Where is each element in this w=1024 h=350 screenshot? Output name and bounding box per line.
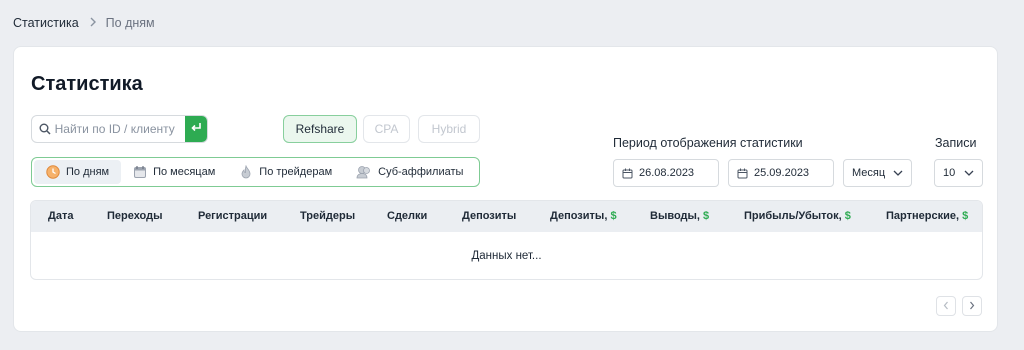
column-header-label: Выводы, bbox=[650, 210, 704, 222]
flame-icon bbox=[239, 165, 253, 179]
column-header-label: Регистрации bbox=[198, 210, 268, 222]
enter-arrow-icon bbox=[190, 120, 202, 138]
column-header-label: Депозиты, bbox=[550, 210, 611, 222]
search-input[interactable] bbox=[54, 116, 185, 142]
column-header[interactable]: Депозиты bbox=[462, 201, 516, 232]
pagination-next-button[interactable] bbox=[962, 296, 982, 316]
column-header-label: Сделки bbox=[387, 210, 428, 222]
search-box bbox=[31, 115, 208, 143]
currency-sign: $ bbox=[844, 210, 851, 222]
column-header-label: Дата bbox=[48, 210, 74, 222]
records-select[interactable]: 10 bbox=[934, 159, 983, 187]
model-cpa-button[interactable]: CPA bbox=[363, 115, 410, 143]
table-header: Дата Переходы Регистрации Трейдеры Сделк… bbox=[31, 201, 982, 232]
search-submit-button[interactable] bbox=[184, 116, 207, 142]
column-header[interactable]: Депозиты, $ bbox=[550, 201, 617, 232]
clock-icon bbox=[46, 165, 60, 179]
date-from-field[interactable]: 26.08.2023 bbox=[613, 159, 719, 187]
calendar-icon bbox=[133, 165, 147, 179]
period-select-value: Месяц bbox=[852, 167, 886, 179]
tab-by-months[interactable]: По месяцам bbox=[121, 160, 227, 184]
column-header-label: Переходы bbox=[107, 210, 163, 222]
chevron-left-icon bbox=[943, 297, 949, 315]
currency-sign: $ bbox=[962, 210, 969, 222]
model-refshare-button[interactable]: Refshare bbox=[283, 115, 357, 143]
column-header[interactable]: Сделки bbox=[387, 201, 427, 232]
column-header[interactable]: Трейдеры bbox=[300, 201, 355, 232]
column-header-label: Прибыль/Убыток, bbox=[744, 210, 845, 222]
date-from-value: 26.08.2023 bbox=[639, 167, 695, 179]
statistics-table: Дата Переходы Регистрации Трейдеры Сделк… bbox=[30, 200, 983, 280]
grouping-tabs: По дням По месяцам По трейдерам Суб-аффи… bbox=[31, 157, 480, 187]
search-icon bbox=[32, 123, 55, 135]
period-label: Период отображения статистики bbox=[613, 136, 803, 150]
currency-sign: $ bbox=[610, 210, 617, 222]
breadcrumb: Статистика По дням bbox=[13, 15, 155, 31]
statistics-card: Статистика Refshare CPA Hybrid По дням П… bbox=[13, 46, 998, 332]
column-header-label: Трейдеры bbox=[300, 210, 356, 222]
chevron-down-icon bbox=[893, 167, 903, 179]
tab-label: По месяцам bbox=[153, 166, 216, 178]
users-icon bbox=[356, 165, 372, 179]
records-select-value: 10 bbox=[943, 167, 956, 179]
pagination-prev-button[interactable] bbox=[936, 296, 956, 316]
date-to-field[interactable]: 25.09.2023 bbox=[728, 159, 834, 187]
tab-by-days[interactable]: По дням bbox=[34, 160, 122, 184]
period-select[interactable]: Месяц bbox=[843, 159, 912, 187]
tab-by-traders[interactable]: По трейдерам bbox=[227, 160, 344, 184]
tab-label: Суб-аффилиаты bbox=[378, 166, 464, 178]
column-header[interactable]: Дата bbox=[48, 201, 73, 232]
column-header[interactable]: Прибыль/Убыток, $ bbox=[744, 201, 851, 232]
column-header[interactable]: Партнерские, $ bbox=[886, 201, 968, 232]
breadcrumb-current: По дням bbox=[105, 16, 155, 30]
currency-sign: $ bbox=[703, 210, 710, 222]
breadcrumb-root-link[interactable]: Статистика bbox=[13, 16, 79, 30]
tab-sub-affiliates[interactable]: Суб-аффилиаты bbox=[344, 160, 475, 184]
chevron-right-icon bbox=[969, 297, 975, 315]
chevron-down-icon bbox=[964, 167, 974, 179]
column-header-label: Депозиты bbox=[462, 210, 517, 222]
table-empty-message: Данных нет... bbox=[471, 249, 542, 262]
calendar-icon bbox=[737, 168, 748, 179]
column-header[interactable]: Выводы, $ bbox=[650, 201, 709, 232]
page-title: Статистика bbox=[31, 73, 143, 95]
records-label: Записи bbox=[935, 136, 977, 150]
date-to-value: 25.09.2023 bbox=[754, 167, 810, 179]
calendar-icon bbox=[622, 168, 633, 179]
chevron-right-icon bbox=[89, 16, 97, 30]
column-header-label: Партнерские, bbox=[886, 210, 963, 222]
column-header[interactable]: Переходы bbox=[107, 201, 163, 232]
tab-label: По дням bbox=[66, 166, 110, 178]
column-header[interactable]: Регистрации bbox=[198, 201, 267, 232]
tab-label: По трейдерам bbox=[259, 166, 333, 178]
model-hybrid-button[interactable]: Hybrid bbox=[418, 115, 480, 143]
